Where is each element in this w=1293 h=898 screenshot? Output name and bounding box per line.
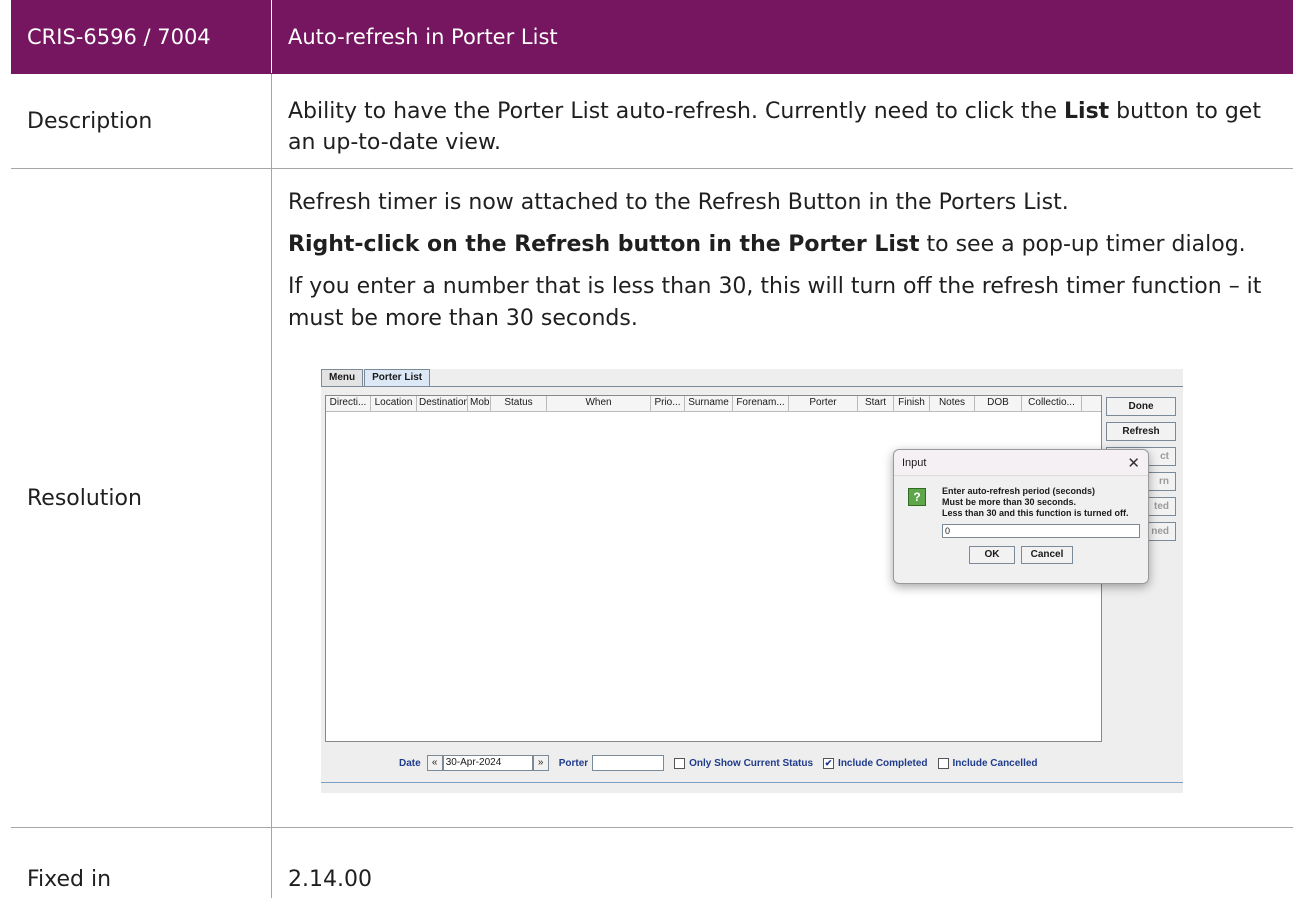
description-label: Description [27,108,153,134]
column-header[interactable]: Mob [468,396,491,411]
resolution-paragraph: If you enter a number that is less than … [288,274,1262,331]
column-header[interactable]: Finish [894,396,930,411]
date-label: Date [399,757,421,769]
porter-list-screenshot: Menu Porter List Directi... Location Des… [321,369,1183,793]
column-header[interactable]: Prio... [651,396,685,411]
column-header[interactable]: Directi... [326,396,371,411]
dialog-title: Input [902,456,927,469]
porter-field[interactable] [592,755,665,771]
app-tabs: Menu Porter List [321,369,431,387]
next-date-button[interactable]: » [532,755,549,771]
column-header[interactable]: Collectio... [1022,396,1082,411]
porter-label: Porter [558,757,589,769]
fixed-label: Fixed in [27,867,112,892]
description-row: Description Ability to have the Porter L… [11,74,1293,169]
column-header[interactable]: Forenam... [733,396,789,411]
table-header: Directi... Location Destination Mob Stat… [326,396,1101,412]
header-row: CRIS-6596 / 7004 Auto-refresh in Porter … [11,0,1293,74]
column-header[interactable]: DOB [975,396,1022,411]
question-icon: ? [908,488,926,506]
checkbox-box[interactable] [937,757,949,769]
date-field[interactable]: 30-Apr-2024 [442,755,533,771]
include-cancelled-checkbox[interactable]: Include Cancelled [937,757,1038,769]
dialog-titlebar: Input ✕ [894,450,1148,476]
prev-date-button[interactable]: « [426,755,443,771]
column-header[interactable]: When [547,396,651,411]
refresh-button[interactable]: Refresh [1106,422,1176,441]
checkbox-box[interactable] [674,757,686,769]
column-header[interactable]: Surname [685,396,733,411]
column-header[interactable]: Start [858,396,894,411]
divider [321,782,1183,783]
column-header[interactable]: Porter [789,396,858,411]
column-header[interactable]: Destination [417,396,468,411]
tab-porter-list[interactable]: Porter List [364,369,431,387]
filter-bar: Date « 30-Apr-2024 » Porter Only Show Cu… [321,751,1183,775]
dialog-message: Enter auto-refresh period (seconds) Must… [942,486,1129,518]
only-current-checkbox[interactable]: Only Show Current Status [674,757,813,769]
done-button[interactable]: Done [1106,397,1176,416]
description-text: Ability to have the Porter List auto-ref… [271,74,1293,168]
input-dialog: Input ✕ ? Enter auto-refresh period (sec… [893,449,1149,584]
tab-menu[interactable]: Menu [321,369,364,387]
refresh-period-input[interactable]: 0 [942,524,1140,538]
checkbox-checked[interactable]: ✔ [823,757,835,769]
close-icon[interactable]: ✕ [1127,454,1140,472]
cancel-button[interactable]: Cancel [1021,546,1073,564]
resolution-label: Resolution [27,485,142,511]
fixed-row: Fixed in 2.14.00 [11,828,1293,898]
tab-divider [321,386,1183,387]
resolution-paragraph: Right-click on the Refresh button in the… [288,232,1246,257]
column-header[interactable]: Status [491,396,547,411]
fixed-version: 2.14.00 [271,828,1293,898]
ticket-title: Auto-refresh in Porter List [271,0,1293,73]
include-completed-checkbox[interactable]: ✔ Include Completed [823,757,928,769]
ok-button[interactable]: OK [969,546,1015,564]
column-header[interactable]: Notes [930,396,975,411]
column-header[interactable]: Location [371,396,417,411]
ticket-id: CRIS-6596 / 7004 [27,24,211,49]
resolution-paragraph: Refresh timer is now attached to the Ref… [288,190,1069,215]
